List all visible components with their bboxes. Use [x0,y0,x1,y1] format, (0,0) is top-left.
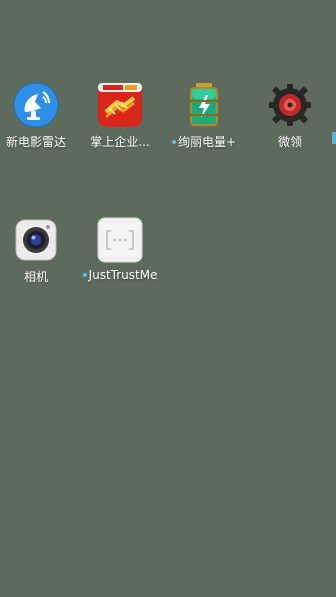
app-label: 相机 [23,270,48,284]
app-label: 新电影雷达 [5,135,66,149]
next-page-edge-indicator [332,132,336,144]
new-install-dot [82,272,87,277]
new-install-dot [171,139,176,144]
app-camera[interactable]: 相机 [0,217,78,297]
app-label: 掌上企业... [90,135,150,149]
handshake-icon [97,82,143,128]
app-battery[interactable]: 绚丽电量+ [162,82,246,162]
placeholder-app-icon [97,217,143,263]
app-justtrustme[interactable]: JustTrustMe [78,217,162,297]
radar-dish-icon [13,82,59,128]
battery-icon [181,82,227,128]
camera-icon [13,217,59,263]
app-label: JustTrustMe [78,268,162,282]
app-enterprise[interactable]: 掌上企业... [78,82,162,162]
app-label: 绚丽电量+ [162,133,246,150]
app-radar[interactable]: 新电影雷达 [0,82,78,162]
app-label: 微领 [277,135,302,149]
home-screen: 新电影雷达 掌上企业... 绚丽电量+ 微领 相机 JustTrustMe [0,0,336,597]
gear-badge-icon [267,82,313,128]
app-weiling[interactable]: 微领 [248,82,332,162]
